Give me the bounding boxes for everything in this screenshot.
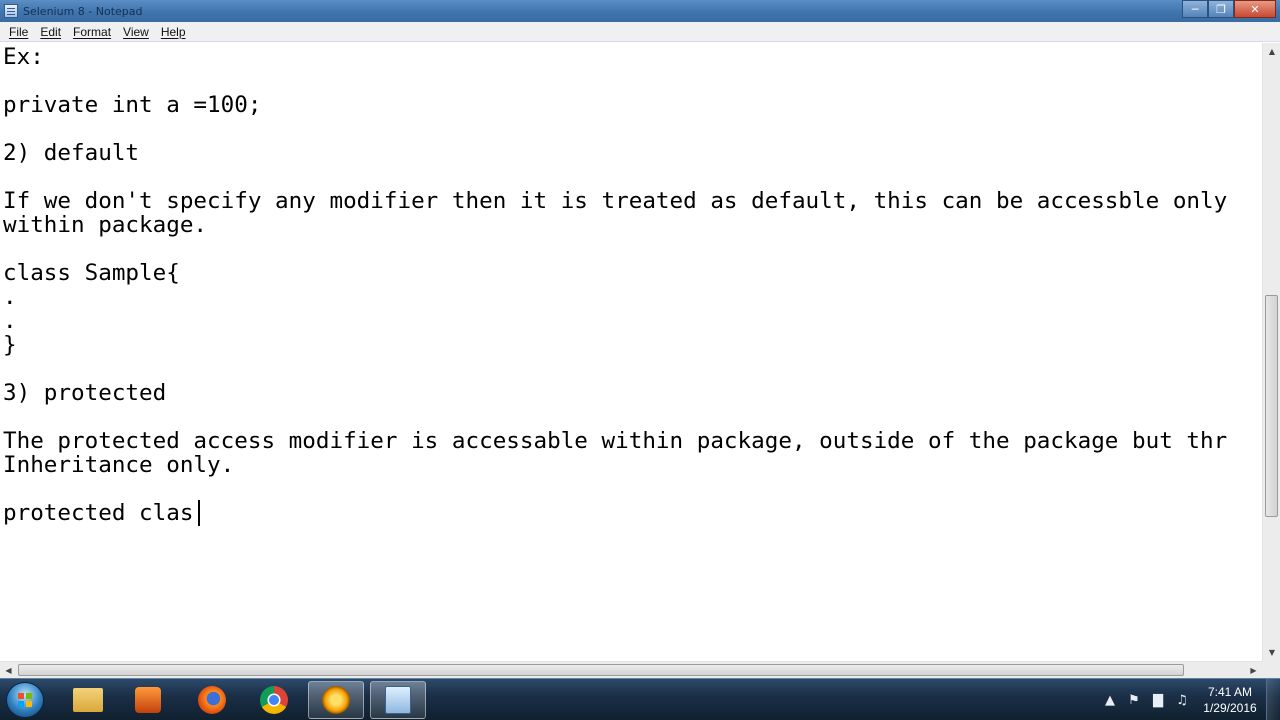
editor-line: If we don't specify any modifier then it… (3, 188, 1228, 214)
vertical-scrollbar[interactable]: ▲ ▼ (1262, 43, 1280, 661)
editor-line: . (3, 308, 17, 334)
editor-line: class Sample{ (3, 260, 180, 286)
media-player-icon (135, 687, 161, 713)
folder-icon (73, 688, 103, 712)
notepad-app-icon[interactable] (4, 4, 18, 18)
taskbar-app[interactable] (308, 681, 364, 719)
show-desktop-button[interactable] (1266, 679, 1280, 720)
show-hidden-icons-icon[interactable]: ▲ (1098, 693, 1122, 708)
taskbar-notepad[interactable] (370, 681, 426, 719)
scroll-right-arrow-icon[interactable]: ▶ (1245, 662, 1262, 679)
menu-edit[interactable]: Edit (34, 25, 67, 39)
taskbar: ▲ ⚑ ▇ ♫ 7:41 AM 1/29/2016 (0, 678, 1280, 720)
clock-date: 1/29/2016 (1203, 701, 1257, 715)
text-editor[interactable]: Ex: private int a =100; 2) default If we… (0, 43, 1262, 661)
menu-format[interactable]: Format (67, 25, 117, 39)
title-bar[interactable]: Selenium 8 - Notepad ─ ❐ ✕ (0, 0, 1280, 22)
menu-help[interactable]: Help (155, 25, 192, 39)
clock-time: 7:41 AM (1207, 685, 1253, 699)
chrome-icon (260, 686, 288, 714)
taskbar-media-player[interactable] (120, 681, 176, 719)
horizontal-scrollbar[interactable]: ◀ ▶ (0, 661, 1262, 678)
taskbar-explorer[interactable] (60, 681, 116, 719)
close-button[interactable]: ✕ (1234, 0, 1276, 18)
notepad-icon (385, 686, 411, 714)
vertical-scroll-thumb[interactable] (1265, 295, 1278, 517)
action-center-flag-icon[interactable]: ⚑ (1122, 693, 1146, 708)
editor-line: Inheritance only. (3, 452, 235, 478)
horizontal-scroll-thumb[interactable] (18, 664, 1184, 676)
taskbar-firefox[interactable] (184, 681, 240, 719)
size-grip[interactable] (1262, 661, 1280, 678)
restore-button[interactable]: ❐ (1208, 0, 1234, 18)
firefox-icon (198, 686, 226, 714)
network-icon[interactable]: ▇ (1146, 693, 1170, 708)
start-button[interactable] (6, 682, 44, 718)
app-icon (322, 686, 350, 714)
taskbar-chrome[interactable] (246, 681, 302, 719)
editor-line: The protected access modifier is accessa… (3, 428, 1228, 454)
volume-icon[interactable]: ♫ (1170, 693, 1194, 708)
editor-line: } (3, 332, 17, 358)
clock[interactable]: 7:41 AM 1/29/2016 (1194, 684, 1266, 716)
editor-line: 2) default (3, 140, 140, 166)
system-tray: ▲ ⚑ ▇ ♫ 7:41 AM 1/29/2016 (1098, 679, 1280, 720)
scroll-up-arrow-icon[interactable]: ▲ (1263, 43, 1280, 60)
scroll-down-arrow-icon[interactable]: ▼ (1263, 644, 1280, 661)
window-title: Selenium 8 - Notepad (23, 4, 143, 18)
editor-line: 3) protected (3, 380, 167, 406)
menu-bar: File Edit Format View Help (0, 22, 1280, 42)
menu-file[interactable]: File (3, 25, 34, 39)
minimize-button[interactable]: ─ (1182, 0, 1208, 18)
menu-view[interactable]: View (117, 25, 155, 39)
editor-line: protected clas (3, 500, 194, 526)
editor-line: private int a =100; (3, 92, 262, 118)
editor-line: . (3, 284, 17, 310)
editor-line: Ex: (3, 44, 44, 70)
text-caret (198, 500, 200, 526)
window-controls: ─ ❐ ✕ (1182, 0, 1276, 18)
editor-line: within package. (3, 212, 208, 238)
scroll-left-arrow-icon[interactable]: ◀ (0, 662, 17, 679)
